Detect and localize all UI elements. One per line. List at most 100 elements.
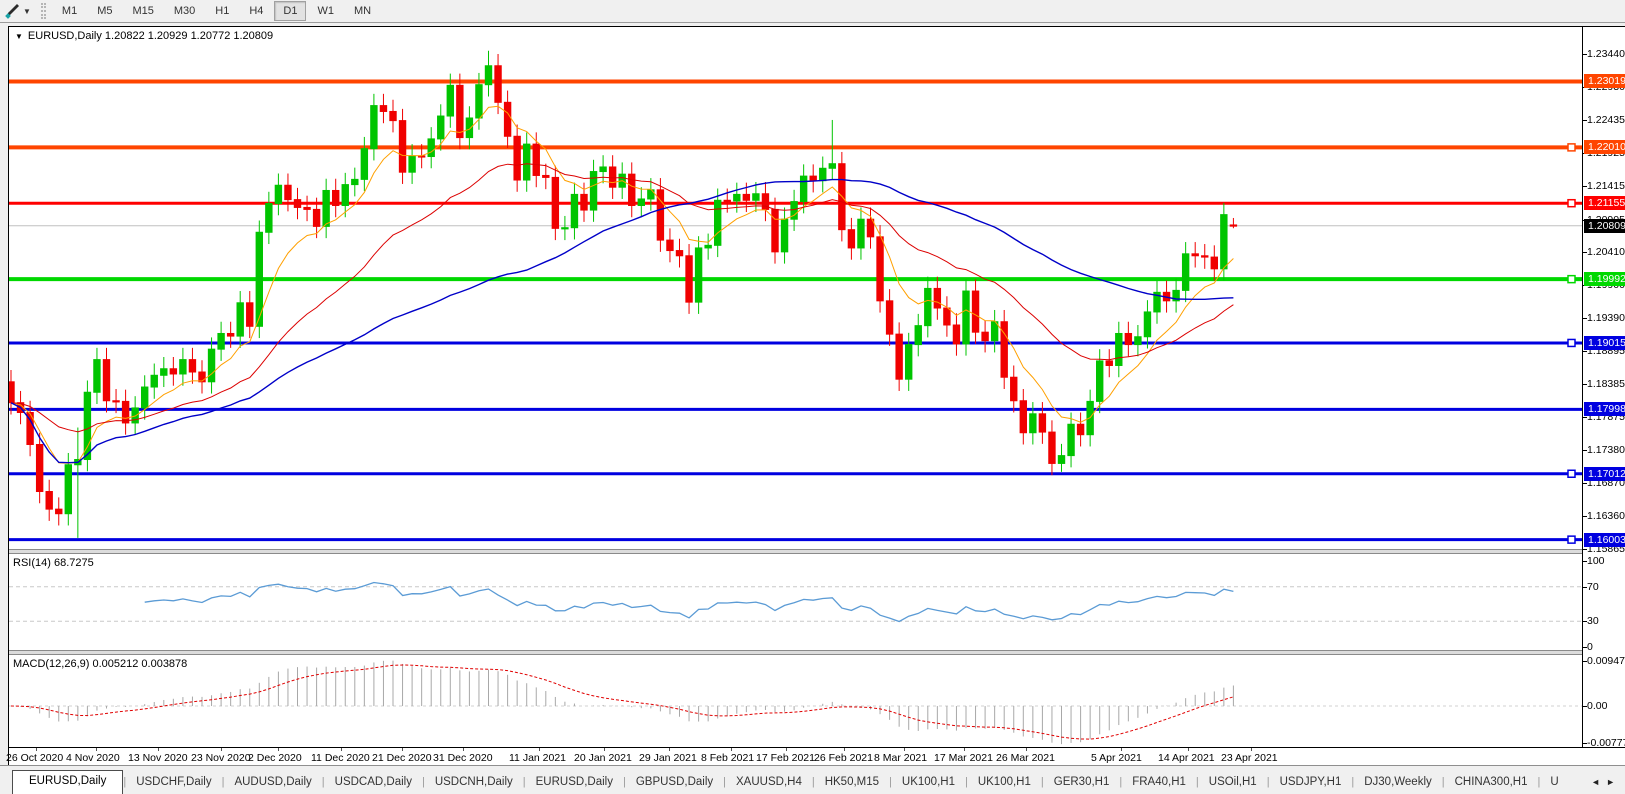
- candlesticks: [9, 50, 1238, 538]
- timeframe-button-h1[interactable]: H1: [206, 1, 238, 21]
- date-label: 21 Dec 2020: [372, 752, 432, 764]
- price-badge-1.17012: 1.17012: [1584, 466, 1625, 481]
- date-label: 13 Nov 2020: [128, 752, 188, 764]
- timeframe-button-m15[interactable]: M15: [123, 1, 162, 21]
- timeframe-button-h4[interactable]: H4: [240, 1, 272, 21]
- date-label: 8 Mar 2021: [874, 752, 928, 764]
- date-tickmark: [96, 748, 97, 751]
- macd-histogram: [20, 660, 1234, 745]
- date-tickmark: [844, 748, 845, 751]
- chart-tab-xauusd-h4[interactable]: XAUUSD,H4: [726, 772, 812, 794]
- scroll-left-icon[interactable]: ◄: [1591, 777, 1606, 787]
- drawing-tool-icon[interactable]: [3, 3, 21, 19]
- trading-terminal: ▼ M1 M5 M15 M30 H1 H4 D1 W1 MN ▼ EURUSD,Daily 1.2…: [0, 0, 1625, 794]
- chart-tab-usdchf-daily[interactable]: USDCHF,Daily: [126, 772, 221, 794]
- chart-tab-usoil-h1[interactable]: USOil,H1: [1199, 772, 1267, 794]
- timeframe-toolbar: ▼ M1 M5 M15 M30 H1 H4 D1 W1 MN: [0, 0, 1625, 23]
- tab-scroll-arrows: ◄►: [1591, 777, 1621, 787]
- price-chart-pane[interactable]: [9, 27, 1582, 549]
- chart-tab-hk50-m15[interactable]: HK50,M15: [815, 772, 889, 794]
- price-badge-1.22010: 1.22010: [1584, 140, 1625, 155]
- chart-tab-gbpusd-daily[interactable]: GBPUSD,Daily: [626, 772, 723, 794]
- hline-handle[interactable]: [1567, 535, 1576, 544]
- date-tickmark: [964, 748, 965, 751]
- timeframe-button-m30[interactable]: M30: [165, 1, 204, 21]
- chart-tab-dj30-weekly[interactable]: DJ30,Weekly: [1354, 772, 1442, 794]
- chart-tab-audusd-daily[interactable]: AUDUSD,Daily: [224, 772, 321, 794]
- date-label: 23 Apr 2021: [1221, 752, 1278, 764]
- price-tick: 1.21415: [1587, 180, 1625, 193]
- date-label: 26 Oct 2020: [6, 752, 64, 764]
- price-badge-1.19015: 1.19015: [1584, 335, 1625, 350]
- price-badge-1.16003: 1.16003: [1584, 532, 1625, 547]
- toolbar-grip[interactable]: [40, 3, 46, 19]
- date-label: 11 Dec 2020: [311, 752, 370, 764]
- date-tickmark: [1188, 748, 1189, 751]
- chart-tab-usdjpy-h1[interactable]: USDJPY,H1: [1270, 772, 1352, 794]
- timeframe-button-d1[interactable]: D1: [274, 1, 307, 21]
- date-label: 23 Nov 2020: [191, 752, 251, 764]
- chart-tab-eurusd-daily[interactable]: EURUSD,Daily: [12, 770, 124, 794]
- date-tickmark: [1121, 748, 1122, 751]
- time-axis[interactable]: 26 Oct 2020 4 Nov 2020 13 Nov 2020 23 Nov 2…: [6, 747, 1625, 766]
- price-badge-1.19992: 1.19992: [1584, 272, 1625, 287]
- chart-tab-china300-h1[interactable]: CHINA300,H1: [1445, 772, 1538, 794]
- date-tickmark: [402, 748, 403, 751]
- macd-pane[interactable]: [9, 655, 1582, 747]
- chart-tab-usdcnh-daily[interactable]: USDCNH,Daily: [425, 772, 523, 794]
- hline-handle[interactable]: [1567, 274, 1576, 284]
- rsi-pane[interactable]: [9, 554, 1582, 650]
- symbol-caret-icon[interactable]: ▼: [15, 32, 23, 41]
- date-label: 26 Feb 2021: [814, 752, 873, 764]
- price-badge-1.21155: 1.21155: [1584, 196, 1625, 211]
- timeframe-button-m5[interactable]: M5: [88, 1, 121, 21]
- chart-title: ▼ EURUSD,Daily 1.20822 1.20929 1.20772 1.…: [15, 30, 273, 42]
- hline-handle[interactable]: [1567, 469, 1576, 478]
- chart-title-text: EURUSD,Daily 1.20822 1.20929 1.20772 1.2…: [27, 30, 274, 42]
- chart-tab-fra40-h1[interactable]: FRA40,H1: [1122, 772, 1196, 794]
- hline-handle[interactable]: [1567, 338, 1576, 348]
- date-tickmark: [1026, 748, 1027, 751]
- date-tickmark: [278, 748, 279, 751]
- chart-tab-uk100-h1[interactable]: UK100,H1: [892, 772, 965, 794]
- hline-handle[interactable]: [1567, 143, 1576, 152]
- hline-handle[interactable]: [1567, 198, 1576, 208]
- macd-indicator-label: MACD(12,26,9) 0.005212 0.003878: [13, 658, 188, 670]
- chart-tab-ger30-h1[interactable]: GER30,H1: [1044, 772, 1120, 794]
- price-tick: 1.19390: [1587, 312, 1625, 325]
- ma-slow: [10, 178, 1234, 464]
- macd-tick: 0.00: [1587, 700, 1608, 713]
- price-badge-1.23019: 1.23019: [1584, 74, 1625, 89]
- date-tickmark: [463, 748, 464, 751]
- price-tick: 1.18385: [1587, 378, 1625, 391]
- macd-signal-line: [10, 664, 1234, 740]
- chart-tab-usdcad-daily[interactable]: USDCAD,Daily: [325, 772, 422, 794]
- rsi-tick: 30: [1587, 615, 1599, 628]
- date-tickmark: [158, 748, 159, 751]
- rsi-tick: 100: [1587, 555, 1605, 567]
- price-tick: 1.17380: [1587, 443, 1625, 456]
- chevron-down-icon[interactable]: ▼: [23, 7, 31, 16]
- chart-tab-eurusd-daily[interactable]: EURUSD,Daily: [526, 772, 623, 794]
- date-label: 11 Jan 2021: [509, 752, 567, 764]
- price-tick: 1.20410: [1587, 245, 1625, 258]
- timeframe-button-w1[interactable]: W1: [308, 1, 343, 21]
- date-tickmark: [221, 748, 222, 751]
- date-tickmark: [36, 748, 37, 751]
- date-label: 29 Jan 2021: [639, 752, 697, 764]
- timeframe-button-mn[interactable]: MN: [345, 1, 380, 21]
- date-tickmark: [786, 748, 787, 751]
- chart-window: ▼ EURUSD,Daily 1.20822 1.20929 1.20772 1.…: [6, 26, 1625, 766]
- chart-tab-uk100-h1[interactable]: UK100,H1: [968, 772, 1041, 794]
- price-tick: 1.16360: [1587, 510, 1625, 523]
- date-label: 4 Nov 2020: [66, 752, 120, 764]
- price-axis[interactable]: 1.234401.229301.224351.219251.214151.209…: [1582, 27, 1625, 749]
- date-tickmark: [669, 748, 670, 751]
- timeframe-button-m1[interactable]: M1: [53, 1, 86, 21]
- current-price-badge: 1.20809: [1584, 218, 1625, 233]
- scroll-right-icon[interactable]: ►: [1606, 777, 1621, 787]
- rsi-tick: 0: [1587, 641, 1593, 653]
- chart-tab-u[interactable]: U: [1540, 772, 1568, 794]
- price-tick: 1.22435: [1587, 113, 1625, 126]
- date-label: 20 Jan 2021: [574, 752, 632, 764]
